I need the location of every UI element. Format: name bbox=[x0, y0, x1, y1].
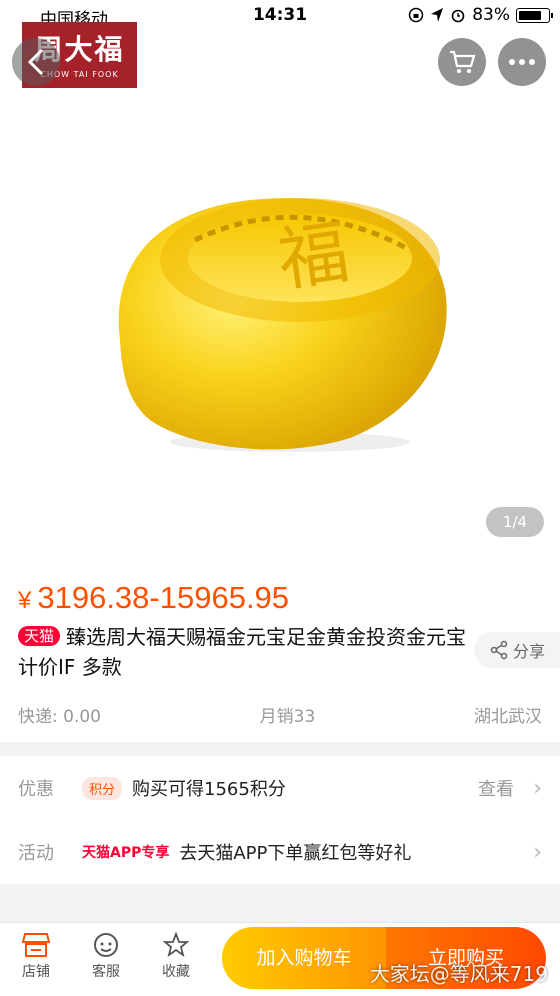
share-button[interactable]: 分享 bbox=[474, 632, 560, 668]
gold-ingot-image: 福 bbox=[118, 198, 447, 452]
discount-label: 优惠 bbox=[18, 779, 54, 800]
chevron-right-icon: › bbox=[533, 775, 542, 801]
store-label: 店铺 bbox=[22, 964, 50, 980]
page-indicator: 1/4 bbox=[486, 507, 544, 537]
svg-text:福: 福 bbox=[273, 211, 354, 302]
service-icon bbox=[94, 933, 118, 957]
cart-button[interactable] bbox=[438, 38, 486, 86]
service-tab[interactable]: 客服 bbox=[76, 929, 136, 981]
shipping-fee: 快递: 0.00 bbox=[18, 707, 101, 727]
add-to-cart-button[interactable]: 加入购物车 bbox=[222, 927, 386, 989]
battery-icon bbox=[516, 7, 553, 23]
more-icon bbox=[509, 59, 535, 65]
back-button[interactable] bbox=[12, 38, 60, 86]
product-gallery[interactable]: 周大福 CHOW TAI FOOK 福 1/4 bbox=[0, 0, 560, 560]
cart-icon bbox=[450, 50, 476, 73]
activity-label: 活动 bbox=[18, 843, 54, 864]
ship-from-location: 湖北武汉 bbox=[474, 707, 542, 727]
favorite-tab[interactable]: 收藏 bbox=[146, 929, 206, 981]
store-icon bbox=[22, 933, 50, 957]
activity-text: 去天猫APP下单赢红包等好礼 bbox=[179, 843, 412, 864]
product-title: 天猫 臻选周大福天赐福金元宝足金黄金投资金元宝计价IF 多款 bbox=[18, 622, 468, 682]
price-value: 3196.38-15965.95 bbox=[37, 580, 290, 615]
promo-section: 优惠 积分 购买可得1565积分 查看 › 活动 天猫APP专享 去天猫APP下… bbox=[0, 756, 560, 884]
service-label: 客服 bbox=[92, 964, 120, 980]
product-info: ¥3196.38-15965.95 天猫 臻选周大福天赐福金元宝足金黄金投资金元宝… bbox=[0, 560, 560, 742]
share-label: 分享 bbox=[512, 642, 545, 661]
product-title-text: 臻选周大福天赐福金元宝足金黄金投资金元宝计价IF 多款 bbox=[18, 625, 467, 679]
star-icon bbox=[162, 931, 190, 958]
status-right: 83% bbox=[408, 5, 553, 25]
tmall-app-tag: 天猫APP专享 bbox=[82, 845, 170, 861]
more-button[interactable] bbox=[498, 38, 546, 86]
watermark: 大家坛@等风来719 bbox=[369, 962, 548, 986]
view-label: 查看 bbox=[478, 779, 514, 800]
currency-symbol: ¥ bbox=[18, 587, 32, 614]
share-icon bbox=[490, 640, 508, 660]
lock-rotation-icon bbox=[408, 7, 424, 23]
store-tab[interactable]: 店铺 bbox=[6, 929, 66, 981]
price: ¥3196.38-15965.95 bbox=[18, 580, 289, 616]
product-meta: 快递: 0.00 月销33 湖北武汉 bbox=[18, 702, 542, 727]
tmall-badge: 天猫 bbox=[18, 626, 61, 646]
activity-row[interactable]: 活动 天猫APP专享 去天猫APP下单赢红包等好礼 › bbox=[0, 820, 560, 884]
battery-fill bbox=[519, 10, 542, 20]
location-icon bbox=[431, 8, 444, 22]
battery-percent: 83% bbox=[472, 5, 510, 25]
points-tag: 积分 bbox=[82, 776, 123, 800]
back-icon bbox=[27, 48, 44, 76]
monthly-sales: 月销33 bbox=[259, 707, 316, 727]
chevron-right-icon: › bbox=[533, 839, 542, 865]
points-text: 购买可得1565积分 bbox=[132, 779, 286, 800]
discount-row[interactable]: 优惠 积分 购买可得1565积分 查看 › bbox=[0, 756, 560, 820]
favorite-label: 收藏 bbox=[162, 964, 190, 980]
alarm-icon bbox=[451, 9, 465, 23]
